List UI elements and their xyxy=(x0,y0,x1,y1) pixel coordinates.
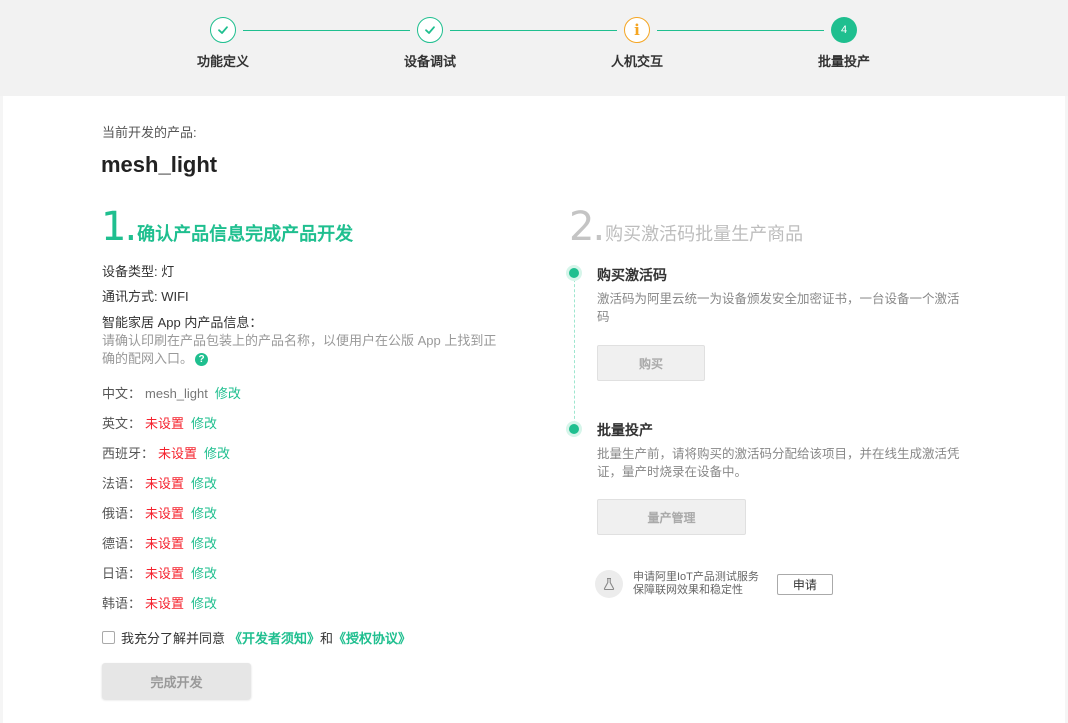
edit-link[interactable]: 修改 xyxy=(191,416,217,431)
step-label: 设备调试 xyxy=(403,54,456,69)
lang-label: 德语： xyxy=(102,536,142,551)
lang-row-german: 德语： 未设置 修改 xyxy=(102,533,217,552)
lang-value: 未设置 xyxy=(158,446,198,461)
product-name-hint: 请确认印刷在产品包装上的产品名称，以便用户在公版 App 上找到正确的配网入口。… xyxy=(102,332,502,368)
section1-heading: 1. 确认产品信息完成产品开发 xyxy=(101,204,353,250)
step-label: 批量投产 xyxy=(817,54,870,69)
lang-value: 未设置 xyxy=(145,476,185,491)
apply-button[interactable]: 申请 xyxy=(776,573,833,595)
smart-home-info-label: 智能家居 App 内产品信息： xyxy=(102,315,263,330)
timeline-dot xyxy=(569,268,579,278)
test-service-promo: 申请阿里IoT产品测试服务 保障联网效果和稳定性 申请 xyxy=(595,570,833,598)
finish-development-button[interactable]: 完成开发 xyxy=(102,663,251,699)
help-icon[interactable]: ? xyxy=(195,353,209,366)
edit-link[interactable]: 修改 xyxy=(191,536,217,551)
timeline-dot xyxy=(569,424,579,434)
step-mass-production[interactable]: 4 批量投产 xyxy=(784,17,904,70)
buy-code-desc: 激活码为阿里云统一为设备颁发安全加密证书，一台设备一个激活码 xyxy=(597,292,960,324)
lang-label: 俄语： xyxy=(102,506,142,521)
lang-label: 英文： xyxy=(102,416,142,431)
mass-production-desc: 批量生产前，请将购买的激活码分配给该项目，并在线生成激活凭证，量产时烧录在设备中… xyxy=(597,447,960,479)
service-text: 申请阿里IoT产品测试服务 保障联网效果和稳定性 xyxy=(633,571,759,597)
check-icon xyxy=(417,17,443,43)
edit-link[interactable]: 修改 xyxy=(191,476,217,491)
license-agreement-link[interactable]: 《授权协议》 xyxy=(333,628,411,647)
lang-label: 日语： xyxy=(102,566,142,581)
edit-link[interactable]: 修改 xyxy=(191,566,217,581)
step-label: 功能定义 xyxy=(196,54,249,69)
lang-row-korean: 韩语： 未设置 修改 xyxy=(102,593,217,612)
lang-value: 未设置 xyxy=(145,566,185,581)
comm-method: 通讯方式: WIFI xyxy=(102,289,189,304)
hint-text: 请确认印刷在产品包装上的产品名称，以便用户在公版 App 上找到正确的配网入口。 xyxy=(102,333,497,366)
lang-row-japanese: 日语： 未设置 修改 xyxy=(102,563,217,582)
step-device-debug[interactable]: 设备调试 xyxy=(370,17,490,70)
edit-link[interactable]: 修改 xyxy=(191,506,217,521)
main-panel: 当前开发的产品: mesh_light 1. 确认产品信息完成产品开发 设备类型… xyxy=(3,96,1065,723)
lang-row-russian: 俄语： 未设置 修改 xyxy=(102,503,217,522)
lang-value: 未设置 xyxy=(145,416,185,431)
service-line2: 保障联网效果和稳定性 xyxy=(633,584,743,596)
section2-heading: 2. 购买激活码批量生产商品 xyxy=(569,204,803,250)
flask-icon xyxy=(595,570,623,598)
lang-row-english: 英文： 未设置 修改 xyxy=(102,413,217,432)
developer-notice-link[interactable]: 《开发者须知》 xyxy=(229,628,320,647)
current-product-label: 当前开发的产品: xyxy=(102,125,197,140)
lang-label: 法语： xyxy=(102,476,142,491)
section1-number: 1. xyxy=(101,204,137,250)
edit-link[interactable]: 修改 xyxy=(204,446,230,461)
lang-label: 中文： xyxy=(102,386,142,401)
timeline-connector xyxy=(574,274,575,429)
lang-row-spanish: 西班牙： 未设置 修改 xyxy=(102,443,230,462)
agreement-lead: 我充分了解并同意 xyxy=(121,631,226,646)
agreement-row: 我充分了解并同意 《开发者须知》 和 《授权协议》 xyxy=(102,628,411,647)
step-number-badge: 4 xyxy=(831,17,857,43)
section2-title: 购买激活码批量生产商品 xyxy=(605,224,804,244)
lang-label: 西班牙： xyxy=(102,446,155,461)
check-icon xyxy=(210,17,236,43)
section1-title: 确认产品信息完成产品开发 xyxy=(137,224,354,244)
info-warning-icon: i xyxy=(624,17,650,43)
edit-link[interactable]: 修改 xyxy=(191,596,217,611)
step-label: 人机交互 xyxy=(610,54,663,69)
lang-value: mesh_light xyxy=(145,386,208,401)
lang-value: 未设置 xyxy=(145,596,185,611)
edit-link[interactable]: 修改 xyxy=(215,386,241,401)
mass-production-title: 批量投产 xyxy=(597,422,653,438)
lang-row-chinese: 中文： mesh_light 修改 xyxy=(102,383,241,402)
buy-button[interactable]: 购买 xyxy=(597,345,705,381)
lang-value: 未设置 xyxy=(145,506,185,521)
agreement-checkbox[interactable] xyxy=(102,631,115,644)
buy-code-title: 购买激活码 xyxy=(597,267,667,283)
progress-stepper: 功能定义 设备调试 i 人机交互 4 批量投产 xyxy=(0,0,1068,96)
step-human-interaction[interactable]: i 人机交互 xyxy=(577,17,697,70)
service-line1: 申请阿里IoT产品测试服务 xyxy=(633,571,759,583)
lang-value: 未设置 xyxy=(145,536,185,551)
agreement-and: 和 xyxy=(320,631,334,646)
step-function-definition[interactable]: 功能定义 xyxy=(163,17,283,70)
lang-label: 韩语： xyxy=(102,596,142,611)
section2-number: 2. xyxy=(569,204,605,250)
mass-production-management-button[interactable]: 量产管理 xyxy=(597,499,746,535)
lang-row-french: 法语： 未设置 修改 xyxy=(102,473,217,492)
device-type: 设备类型: 灯 xyxy=(102,264,175,279)
product-name: mesh_light xyxy=(101,152,218,177)
